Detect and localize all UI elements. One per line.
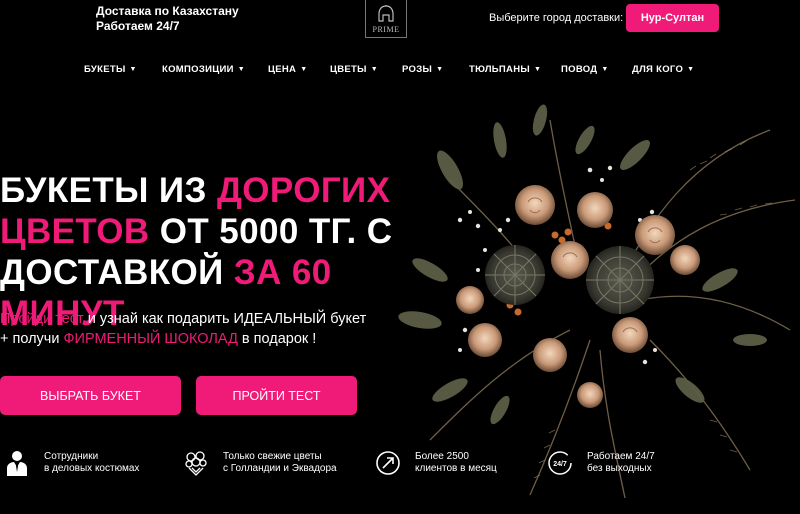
feature-text: Только свежие цветы с Голландии и Эквадо…	[223, 451, 337, 475]
flowers-icon	[183, 449, 209, 477]
city-select-button[interactable]: Нур-Султан	[626, 4, 719, 32]
feature-line: в деловых костюмах	[44, 463, 140, 474]
caret-down-icon: ▼	[237, 66, 245, 73]
feature-line: Работаем 24/7	[587, 451, 655, 462]
nav-item-tulips[interactable]: ТЮЛЬПАНЫ ▼	[469, 64, 541, 75]
arrow-circle-icon	[375, 449, 401, 477]
feature-text: Работаем 24/7 без выходных	[587, 451, 655, 475]
subtitle-accent: ФИРМЕННЫЙ ШОКОЛАД	[63, 331, 238, 347]
prime-logo[interactable]: PRIME	[365, 0, 407, 38]
nav-label: БУКЕТЫ	[84, 64, 126, 75]
subtitle-text: и узнай как подарить ИДЕАЛЬНЫЙ букет	[83, 311, 367, 327]
nav-item-compositions[interactable]: КОМПОЗИЦИИ ▼	[162, 64, 245, 75]
caret-down-icon: ▼	[436, 66, 444, 73]
take-test-button[interactable]: ПРОЙТИ ТЕСТ	[196, 376, 357, 415]
clock-badge: 24/7	[553, 461, 567, 468]
feature-line: Более 2500	[415, 451, 469, 462]
nav-label: ПОВОД	[561, 64, 598, 75]
caret-down-icon: ▼	[300, 66, 308, 73]
bouquet-image	[398, 104, 796, 499]
top-bar: Доставка по Казахстану Работаем 24/7 PRI…	[0, 0, 800, 48]
nav-label: ТЮЛЬПАНЫ	[469, 64, 530, 75]
feature-suits: Сотрудники в деловых костюмах	[4, 448, 139, 478]
nav-item-for-whom[interactable]: ДЛЯ КОГО ▼	[632, 64, 694, 75]
caret-down-icon: ▼	[687, 66, 695, 73]
headline-accent: ЦВЕТОВ	[0, 212, 150, 251]
feature-text: Более 2500 клиентов в месяц	[415, 451, 497, 475]
nav-item-price[interactable]: ЦЕНА ▼	[268, 64, 307, 75]
feature-line: без выходных	[587, 463, 652, 474]
nav-label: ЦЕНА	[268, 64, 297, 75]
suit-person-icon	[4, 449, 30, 477]
headline-accent: ДОРОГИХ	[216, 171, 391, 210]
headline-part: БУКЕТЫ ИЗ	[0, 171, 217, 210]
subtitle-text: в подарок !	[237, 331, 317, 347]
caret-down-icon: ▼	[601, 66, 609, 73]
nav-item-flowers[interactable]: ЦВЕТЫ ▼	[330, 64, 378, 75]
nav-item-bouquets[interactable]: БУКЕТЫ ▼	[84, 64, 137, 75]
caret-down-icon: ▼	[129, 66, 137, 73]
delivery-region: Доставка по Казахстану	[96, 4, 239, 18]
headline-part: ДОСТАВКОЙ	[0, 253, 234, 292]
feature-line: с Голландии и Эквадора	[223, 463, 337, 474]
spartan-helmet-icon	[378, 5, 394, 22]
feature-fresh-flowers: Только свежие цветы с Голландии и Эквадо…	[183, 448, 337, 478]
clock-24-7-icon: 24/7	[547, 449, 573, 477]
caret-down-icon: ▼	[370, 66, 378, 73]
working-hours: Работаем 24/7	[96, 19, 180, 33]
hero-subtitle: Пройди тест и узнай как подарить ИДЕАЛЬН…	[0, 309, 366, 349]
feature-clients: Более 2500 клиентов в месяц	[375, 448, 497, 478]
delivery-info: Доставка по Казахстану Работаем 24/7	[96, 4, 239, 34]
main-nav: БУКЕТЫ ▼ КОМПОЗИЦИИ ▼ ЦЕНА ▼ ЦВЕТЫ ▼ РОЗЫ ▼ Т…	[0, 64, 800, 82]
city-select-label: Выберите город доставки:	[489, 12, 624, 24]
take-test-link[interactable]: Пройди тест	[0, 311, 84, 327]
choose-bouquet-button[interactable]: ВЫБРАТЬ БУКЕТ	[0, 376, 181, 415]
feature-line: Только свежие цветы	[223, 451, 322, 462]
caret-down-icon: ▼	[533, 66, 542, 73]
feature-24-7: 24/7 Работаем 24/7 без выходных	[547, 448, 655, 478]
nav-label: ЦВЕТЫ	[330, 64, 367, 75]
nav-label: ДЛЯ КОГО	[632, 64, 684, 75]
nav-item-roses[interactable]: РОЗЫ ▼	[402, 64, 443, 75]
feature-line: клиентов в месяц	[415, 463, 497, 474]
headline-part: ОТ 5000 ТГ. С	[149, 212, 393, 251]
nav-item-occasion[interactable]: ПОВОД ▼	[561, 64, 609, 75]
feature-line: Сотрудники	[44, 451, 99, 462]
nav-label: РОЗЫ	[402, 64, 433, 75]
logo-text: PRIME	[372, 25, 400, 34]
subtitle-text: + получи	[0, 331, 64, 347]
nav-label: КОМПОЗИЦИИ	[162, 64, 234, 75]
feature-text: Сотрудники в деловых костюмах	[44, 451, 139, 475]
